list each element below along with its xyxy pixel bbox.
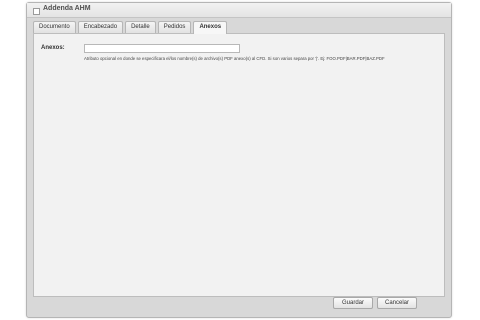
cancel-button[interactable]: Cancelar [377,297,417,309]
tab-bar: Documento Encabezado Detalle Pedidos Ane… [33,21,228,34]
anexos-help-text: Atributo opcional en donde se especifica… [84,56,385,61]
tab-anexos[interactable]: Anexos [193,21,228,34]
dialog-title: Addenda AHM [43,5,91,12]
save-button[interactable]: Guardar [333,297,373,309]
tab-detalle[interactable]: Detalle [125,21,156,33]
anexos-input[interactable] [84,44,240,53]
tab-documento[interactable]: Documento [33,21,76,33]
tab-pedidos[interactable]: Pedidos [157,21,192,33]
anexos-panel: Anexos: Atributo opcional en donde se es… [33,33,445,297]
anexos-label: Anexos: [41,45,65,51]
window-checkbox[interactable] [33,8,40,15]
addenda-dialog: Addenda AHM Documento Encabezado Detalle… [26,2,452,318]
dialog-titlebar: Addenda AHM [27,3,451,18]
tab-encabezado[interactable]: Encabezado [77,21,124,33]
